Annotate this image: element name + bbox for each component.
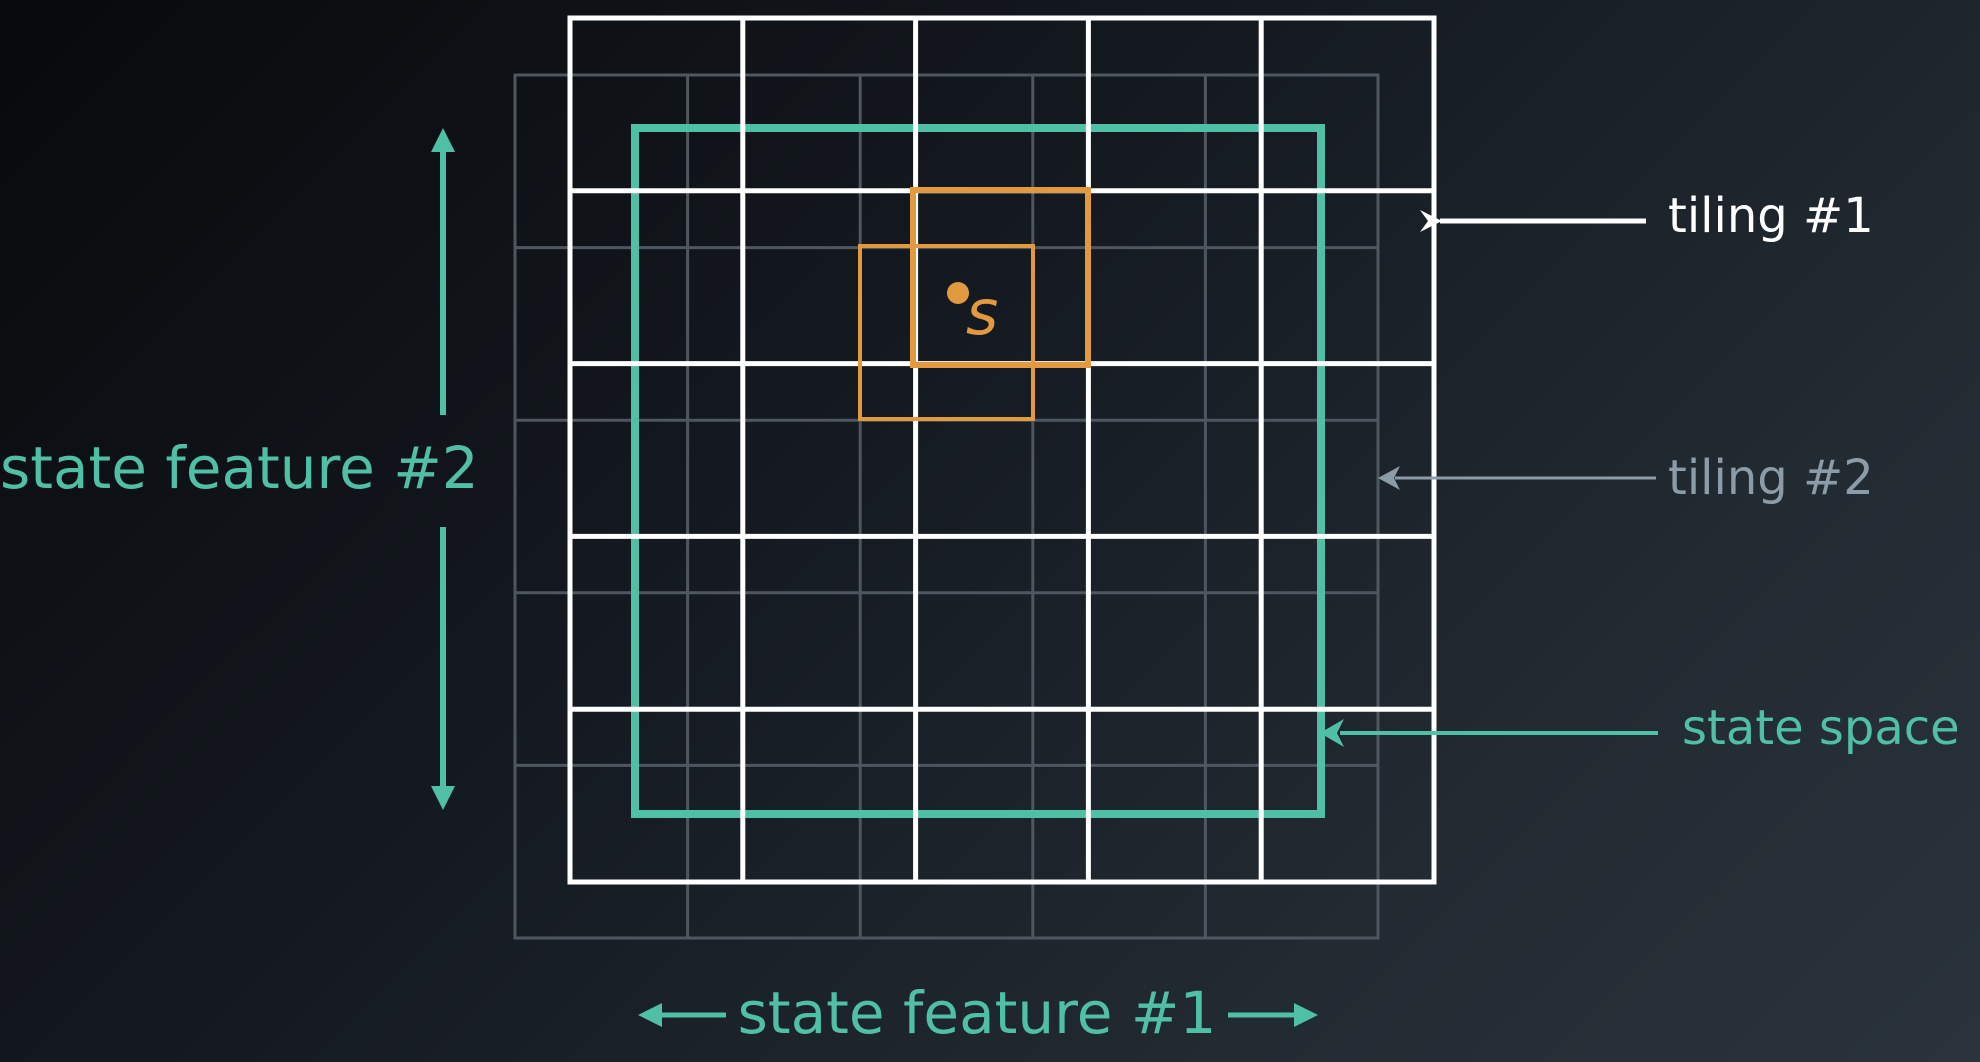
tile-coding-diagram: s tiling #1 tiling #2 state space state … <box>0 15 1960 1047</box>
state-feature-2-label: state feature #2 <box>0 434 479 502</box>
feature-2-arrowhead-up <box>431 128 455 152</box>
tiling-1-grid <box>567 15 1437 885</box>
feature-2-arrowhead-down <box>431 786 455 810</box>
active-tile-tiling-2 <box>858 244 1035 421</box>
feature-1-arrowhead-right <box>1294 1003 1318 1027</box>
tiling-1-border <box>567 15 1437 885</box>
state-space-label: state space <box>1682 700 1960 756</box>
tiling-2-label: tiling #2 <box>1668 450 1874 506</box>
feature-1-arrowhead-left <box>638 1003 662 1027</box>
tiling-2-grid <box>513 73 1380 940</box>
state-symbol: s <box>966 276 998 349</box>
tiling-1-label: tiling #1 <box>1668 188 1874 244</box>
active-tile-tiling-1 <box>910 187 1091 368</box>
tiling-2-border <box>513 73 1380 940</box>
state-feature-1-label: state feature #1 <box>738 979 1217 1047</box>
